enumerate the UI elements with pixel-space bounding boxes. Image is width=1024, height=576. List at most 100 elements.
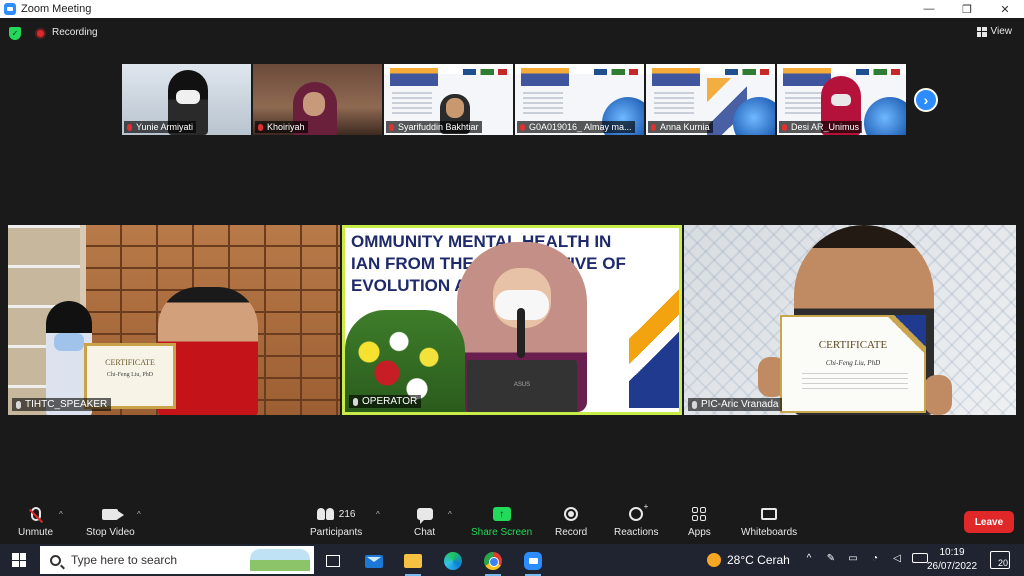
chat-options-caret-icon[interactable]: ^ [448, 510, 452, 519]
face-shape [446, 98, 464, 118]
mail-app-button[interactable] [361, 548, 387, 574]
participant-thumbnail[interactable]: Syarifuddin Bakhtiar [384, 64, 513, 135]
certificate-title: CERTIFICATE [105, 358, 155, 367]
face-shape [303, 92, 325, 116]
window-title: Zoom Meeting [21, 3, 92, 15]
video-options-caret-icon[interactable]: ^ [137, 510, 141, 519]
system-tray: ^ ✎ ▭ ◔ ◁ [802, 552, 928, 564]
apps-button[interactable]: Apps [688, 504, 711, 538]
taskbar-search-box[interactable]: Type here to search [40, 546, 314, 574]
participant-thumbnail[interactable]: G0A019016_ Almay ma... [515, 64, 644, 135]
certificate-name: Chi-Feng Liu, PhD [106, 372, 154, 378]
mask-shape [54, 333, 84, 351]
tile-name-label: TIHTC_SPEAKER [12, 398, 112, 411]
meeting-toolbar: Unmute ^ Stop Video ^ 216 Participants ^… [0, 498, 1024, 544]
battery-icon[interactable]: ▭ [846, 552, 860, 564]
chat-icon [416, 508, 433, 524]
close-button[interactable]: ✕ [986, 0, 1024, 18]
tile-name-label: OPERATOR [349, 395, 422, 408]
video-camera-icon [102, 508, 125, 520]
search-placeholder: Type here to search [71, 553, 178, 567]
window-controls: — ❐ ✕ [910, 0, 1024, 18]
hand-shape [924, 375, 952, 415]
banner-decoration [629, 288, 679, 408]
whiteboard-icon [761, 508, 778, 520]
clock-date: 26/07/2022 [926, 561, 978, 572]
recording-label[interactable]: Recording [52, 27, 98, 38]
video-tile-right[interactable]: CERTIFICATE Chi-Feng Liu, PhD PIC-Aric V… [684, 225, 1016, 415]
task-view-icon [326, 555, 340, 567]
search-highlight-illustration [250, 549, 310, 571]
mask-shape [831, 94, 851, 106]
clock-time: 10:19 [939, 547, 965, 558]
mail-icon [365, 554, 383, 568]
participants-icon [316, 508, 334, 520]
notification-count: 20 [997, 558, 1008, 568]
network-icon[interactable]: ◔ [868, 552, 882, 564]
whiteboards-label: Whiteboards [741, 527, 798, 538]
volume-icon[interactable]: ◁ [890, 552, 904, 564]
recording-icon[interactable] [35, 28, 46, 39]
participant-thumbnail[interactable]: Anna Kurnia [646, 64, 775, 135]
reactions-label: Reactions [614, 527, 659, 538]
window-titlebar: Zoom Meeting — ❐ ✕ [0, 0, 1024, 18]
record-button[interactable]: Record [555, 504, 587, 538]
reactions-button[interactable]: Reactions [614, 502, 659, 538]
task-view-button[interactable] [320, 548, 346, 574]
zoom-app-icon [524, 552, 542, 570]
next-page-arrow-icon[interactable]: › [914, 88, 938, 112]
weather-text: 28°C Cerah [727, 553, 790, 567]
view-button[interactable]: View [976, 26, 1013, 37]
view-label: View [990, 26, 1013, 37]
share-screen-label: Share Screen [471, 527, 533, 538]
share-screen-button[interactable]: ↑ Share Screen [471, 504, 532, 538]
sun-icon [707, 553, 721, 567]
participant-name: Yunie Armiyati [124, 121, 197, 133]
globe-graphic [864, 97, 906, 135]
participant-thumbnail[interactable]: Khoiriyah [253, 64, 382, 135]
show-hidden-icons-chevron-icon[interactable]: ^ [802, 552, 816, 564]
participant-name: Khoiriyah [255, 121, 308, 133]
participant-thumbnail-strip: Yunie Armiyati Khoiriyah Syarifuddin Bak… [122, 64, 906, 135]
participant-thumbnail[interactable]: Yunie Armiyati [122, 64, 251, 135]
weather-widget[interactable]: 28°C Cerah [707, 553, 790, 567]
search-icon [50, 554, 61, 566]
participant-name: Syarifuddin Bakhtiar [386, 121, 482, 133]
video-tile-left[interactable]: CERTIFICATE Chi-Feng Liu, PhD TIHTC_SPEA… [8, 225, 340, 415]
stop-video-button[interactable]: Stop Video [86, 504, 135, 538]
video-tile-active-speaker[interactable]: OMMUNITY MENTAL HEALTH IN IAN FROM THE P… [342, 225, 682, 415]
participants-options-caret-icon[interactable]: ^ [376, 510, 380, 519]
mask-shape [176, 90, 200, 104]
file-explorer-button[interactable] [400, 548, 426, 576]
pen-icon[interactable]: ✎ [824, 552, 838, 564]
certificate-name: Chi-Feng Liu, PhD [825, 359, 881, 367]
unmute-label: Unmute [18, 527, 54, 538]
audio-options-caret-icon[interactable]: ^ [59, 510, 63, 519]
participants-button[interactable]: 216 Participants [310, 504, 362, 538]
restore-button[interactable]: ❐ [948, 0, 986, 18]
whiteboards-button[interactable]: Whiteboards [741, 504, 797, 538]
taskbar-clock[interactable]: 10:19 26/07/2022 [922, 546, 982, 574]
participant-name: G0A019016_ Almay ma... [517, 121, 635, 133]
windows-start-icon[interactable] [12, 553, 26, 567]
unmute-button[interactable]: Unmute [18, 504, 53, 538]
edge-browser-button[interactable] [440, 548, 466, 574]
certificate: CERTIFICATE Chi-Feng Liu, PhD [780, 315, 926, 413]
apps-icon [692, 507, 707, 521]
chrome-browser-button[interactable] [480, 548, 506, 576]
chat-button[interactable]: Chat [414, 504, 435, 538]
participants-count: 216 [338, 508, 356, 520]
shield-icon[interactable]: ✓ [9, 27, 21, 40]
meeting-info-bar: ✓ Recording View [0, 18, 1024, 48]
tile-name-label: PIC-Aric Vranada [688, 398, 783, 411]
participant-name: Anna Kurnia [648, 121, 713, 133]
leave-button[interactable]: Leave [964, 511, 1014, 533]
zoom-taskbar-button[interactable] [520, 548, 546, 576]
participant-thumbnail[interactable]: Desi AR_Unimus [777, 64, 906, 135]
participant-name: Desi AR_Unimus [779, 121, 863, 133]
microphone-prop [517, 308, 525, 358]
notification-center-icon[interactable]: 20 [990, 551, 1010, 569]
minimize-button[interactable]: — [910, 0, 948, 18]
record-label: Record [555, 527, 588, 538]
participants-label: Participants [310, 527, 363, 538]
